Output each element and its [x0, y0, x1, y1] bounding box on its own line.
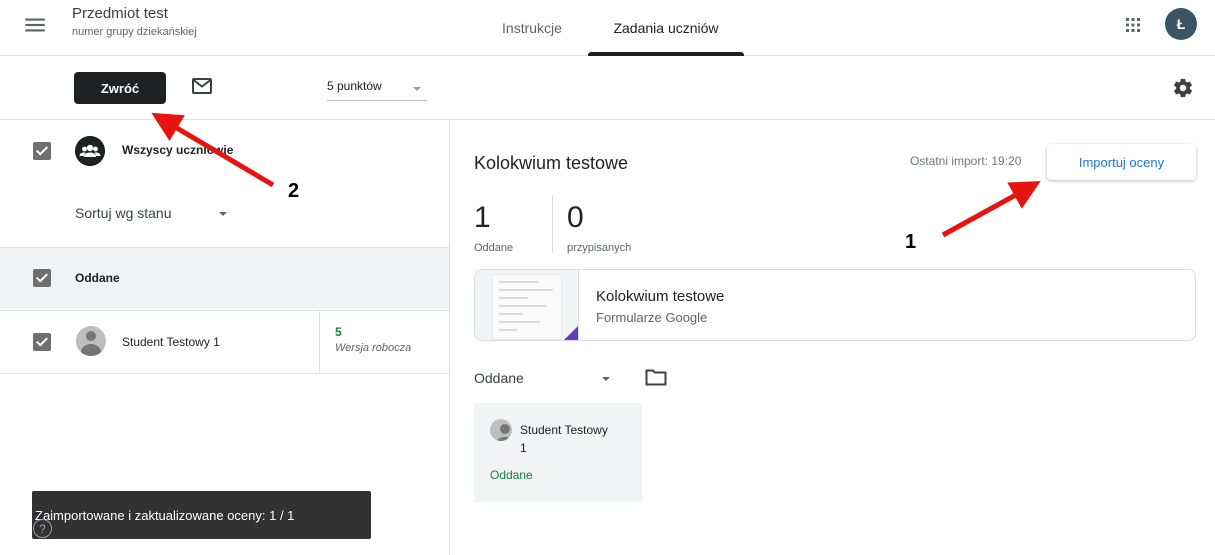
hamburger-menu-icon[interactable] [22, 12, 48, 38]
turned-in-label: Oddane [474, 242, 514, 254]
attachment-card[interactable]: Kolokwium testowe Formularze Google [474, 269, 1196, 341]
student-card-status: Oddane [490, 468, 533, 482]
student-card-name-line2: 1 [520, 441, 527, 455]
grading-toolbar: Zwróć 5 punktów [0, 56, 1215, 120]
class-title-block[interactable]: Przedmiot test numer grupy dziekańskiej [72, 5, 197, 38]
folder-icon[interactable] [645, 368, 667, 386]
snackbar-toast: Zaimportowane i zaktualizowane oceny: 1 … [32, 491, 371, 539]
annotation-number-1: 1 [905, 231, 917, 253]
last-import-time: Ostatni import: 19:20 [910, 154, 1022, 168]
select-all-checkbox[interactable] [33, 142, 51, 160]
student-avatar [490, 419, 512, 441]
sort-label: Sortuj wg stanu [75, 205, 172, 221]
gear-icon[interactable] [1172, 77, 1194, 99]
status-filter-dropdown[interactable]: Oddane [474, 370, 616, 386]
grade-status: Wersja robocza [335, 342, 412, 354]
thumbnail-line [498, 321, 540, 323]
assigned-count: 0 [567, 201, 584, 234]
import-grades-button[interactable]: Importuj oceny [1047, 144, 1196, 180]
thumbnail-line [498, 297, 528, 299]
student-work-card[interactable]: Student Testowy 1 Oddane [474, 403, 642, 502]
top-app-bar: Przedmiot test numer grupy dziekańskiej … [0, 0, 1215, 56]
google-forms-corner-icon [562, 326, 578, 340]
attachment-title: Kolokwium testowe [596, 288, 725, 305]
student-card-name: Student Testowy 1 [520, 421, 630, 457]
assignment-title: Kolokwium testowe [474, 153, 629, 173]
grade-cell[interactable]: 5 Wersja robocza [319, 311, 449, 373]
annotation-number-2: 2 [288, 180, 300, 202]
points-value: 5 punktów [327, 79, 382, 93]
class-title: Przedmiot test [72, 5, 168, 22]
mail-icon[interactable] [192, 78, 212, 94]
thumbnail-line [498, 305, 546, 307]
turned-in-count: 1 [474, 201, 491, 234]
section-label: Oddane [75, 271, 120, 285]
account-avatar[interactable]: Ł [1165, 8, 1197, 40]
section-header-turned-in: Oddane [0, 247, 449, 309]
annotation-arrow-1 [941, 181, 1041, 238]
thumbnail-page [492, 274, 562, 340]
grade-value: 5 [335, 325, 342, 339]
chevron-down-icon [602, 377, 610, 381]
student-avatar [76, 326, 106, 356]
section-checkbox[interactable] [33, 269, 51, 287]
filter-label: Oddane [474, 370, 524, 386]
tab-student-work[interactable]: Zadania uczniów [588, 0, 744, 56]
help-icon[interactable]: ? [33, 519, 52, 538]
chevron-down-icon [413, 87, 421, 91]
student-checkbox[interactable] [33, 333, 51, 351]
thumbnail-line [498, 313, 523, 315]
chevron-down-icon [219, 212, 227, 216]
form-thumbnail [475, 270, 579, 340]
thumbnail-line [498, 289, 553, 291]
apps-grid-icon[interactable] [1121, 13, 1145, 37]
all-students-label: Wszyscy uczniowie [122, 143, 234, 157]
return-button[interactable]: Zwróć [74, 72, 166, 104]
points-dropdown[interactable]: 5 punktów [327, 79, 427, 101]
sort-dropdown[interactable]: Sortuj wg stanu [75, 205, 227, 221]
student-name: Student Testowy 1 [122, 335, 220, 349]
thumbnail-line [498, 281, 538, 283]
stats-divider [552, 195, 553, 253]
class-subtitle: numer grupy dziekańskiej [72, 26, 197, 38]
attachment-type: Formularze Google [596, 310, 708, 325]
thumbnail-line [498, 329, 518, 331]
group-icon [75, 136, 105, 166]
tab-instructions[interactable]: Instrukcje [484, 0, 580, 56]
student-list-panel: Wszyscy uczniowie Sortuj wg stanu Oddane… [0, 121, 450, 555]
student-row[interactable]: Student Testowy 1 5 Wersja robocza [0, 310, 449, 374]
student-card-name-line1: Student Testowy [520, 423, 608, 437]
assigned-label: przypisanych [567, 242, 632, 254]
